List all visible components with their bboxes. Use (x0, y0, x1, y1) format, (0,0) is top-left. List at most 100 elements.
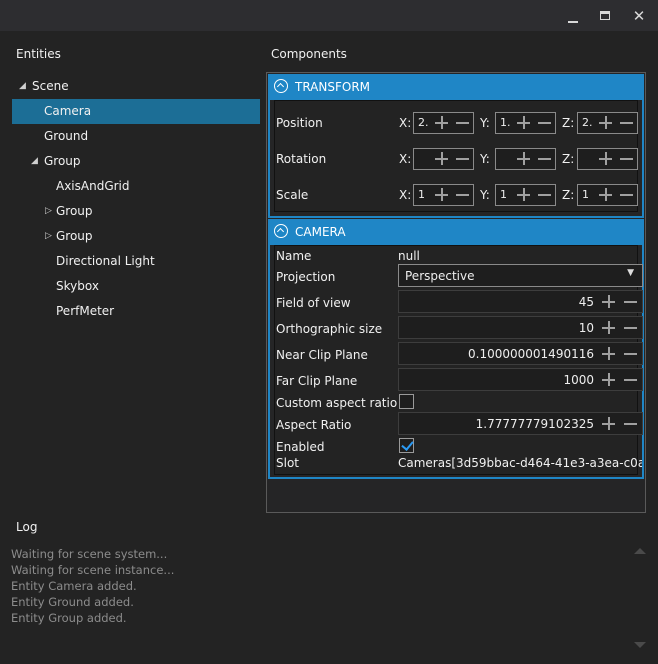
projection-value: Perspective (405, 269, 475, 283)
near-clip-field[interactable]: 0.100000001490116 (398, 342, 643, 365)
tree-item-skybox[interactable]: Skybox (12, 274, 260, 299)
tree-item-label: Ground (44, 129, 89, 143)
far-clip-value: 1000 (563, 373, 594, 387)
collapsed-arrow-icon[interactable]: ▷ (45, 224, 52, 249)
x-axis-label: X: (399, 152, 412, 166)
decrement-icon[interactable] (620, 116, 633, 129)
log-line: Entity Camera added. (11, 579, 137, 593)
increment-icon[interactable] (599, 116, 612, 129)
tree-item-group[interactable]: ◢ Group (12, 149, 260, 174)
decrement-icon[interactable] (624, 321, 637, 334)
expanded-arrow-icon[interactable]: ◢ (31, 149, 38, 174)
increment-icon[interactable] (435, 152, 448, 165)
collapse-icon[interactable] (274, 79, 288, 93)
tree-item-label: Scene (32, 79, 69, 93)
increment-icon[interactable] (602, 373, 615, 386)
transform-grid: Position Rotation Scale X: 2. Y: 1. Z: 2… (274, 100, 638, 212)
scale-y-value: 1 (500, 188, 507, 201)
collapsed-arrow-icon[interactable]: ▷ (45, 199, 52, 224)
scale-z-field[interactable]: 1 (577, 184, 638, 206)
decrement-icon[interactable] (624, 295, 637, 308)
tree-item-label: Group (56, 204, 93, 218)
decrement-icon[interactable] (624, 347, 637, 360)
position-x-value: 2. (418, 116, 429, 129)
tree-item-camera[interactable]: Camera (12, 99, 260, 124)
tree-item-ground[interactable]: Ground (12, 124, 260, 149)
increment-icon[interactable] (435, 188, 448, 201)
decrement-icon[interactable] (624, 417, 637, 430)
increment-icon[interactable] (435, 116, 448, 129)
tree-item-axisandgrid[interactable]: AxisAndGrid (12, 174, 260, 199)
far-clip-field[interactable]: 1000 (398, 368, 643, 391)
z-axis-label: Z: (562, 116, 575, 130)
maximize-button[interactable] (594, 6, 616, 26)
tree-item-group[interactable]: ▷ Group (12, 224, 260, 249)
enabled-label: Enabled (276, 440, 325, 454)
decrement-icon[interactable] (538, 116, 551, 129)
decrement-icon[interactable] (456, 116, 469, 129)
tree-item-perfmeter[interactable]: PerfMeter (12, 299, 260, 324)
increment-icon[interactable] (517, 152, 530, 165)
projection-dropdown[interactable]: Perspective ▼ (398, 264, 643, 287)
custom-aspect-checkbox[interactable] (399, 394, 414, 409)
increment-icon[interactable] (602, 417, 615, 430)
rotation-x-field[interactable] (413, 148, 474, 170)
aspect-ratio-label: Aspect Ratio (276, 418, 352, 432)
ortho-size-value: 10 (578, 321, 594, 335)
enabled-checkbox[interactable] (399, 438, 414, 453)
y-axis-label: Y: (480, 152, 490, 166)
increment-icon[interactable] (602, 321, 615, 334)
minimize-button[interactable] (562, 6, 584, 26)
increment-icon[interactable] (599, 152, 612, 165)
position-z-field[interactable]: 2. (577, 112, 638, 134)
decrement-icon[interactable] (456, 152, 469, 165)
transform-header[interactable]: TRANSFORM (268, 74, 644, 100)
close-button[interactable]: ✕ (628, 6, 650, 26)
decrement-icon[interactable] (624, 373, 637, 386)
title-bar: ✕ (0, 0, 658, 31)
increment-icon[interactable] (517, 116, 530, 129)
increment-icon[interactable] (602, 295, 615, 308)
position-y-field[interactable]: 1. (495, 112, 556, 134)
entities-tree: ◢ Scene Camera Ground ◢ Group AxisAndGri… (12, 74, 260, 324)
increment-icon[interactable] (599, 188, 612, 201)
decrement-icon[interactable] (538, 152, 551, 165)
increment-icon[interactable] (602, 347, 615, 360)
chevron-down-icon[interactable]: ▼ (627, 268, 634, 278)
log-line: Entity Group added. (11, 611, 127, 625)
decrement-icon[interactable] (456, 188, 469, 201)
rotation-z-field[interactable] (577, 148, 638, 170)
z-axis-label: Z: (562, 152, 575, 166)
decrement-icon[interactable] (620, 152, 633, 165)
camera-body: Name null Projection Perspective ▼ Field… (268, 245, 644, 479)
aspect-ratio-field[interactable]: 1.77777779102325 (398, 412, 643, 435)
scroll-up-icon[interactable] (634, 548, 646, 554)
rotation-y-field[interactable] (495, 148, 556, 170)
camera-header[interactable]: CAMERA (268, 219, 644, 245)
scale-z-value: 1 (582, 188, 589, 201)
position-x-field[interactable]: 2. (413, 112, 474, 134)
slot-value: Cameras[3d59bbac-d464-41e3-a3ea-c0ae82d (398, 456, 642, 470)
x-axis-label: X: (399, 188, 412, 202)
increment-icon[interactable] (517, 188, 530, 201)
tree-item-label: AxisAndGrid (56, 179, 130, 193)
name-value: null (398, 249, 420, 263)
expanded-arrow-icon[interactable]: ◢ (19, 74, 26, 99)
fov-field[interactable]: 45 (398, 290, 643, 313)
tree-item-scene[interactable]: ◢ Scene (12, 74, 260, 99)
decrement-icon[interactable] (620, 188, 633, 201)
y-axis-label: Y: (480, 188, 490, 202)
tree-item-group[interactable]: ▷ Group (12, 199, 260, 224)
collapse-icon[interactable] (274, 224, 288, 238)
tree-item-directional-light[interactable]: Directional Light (12, 249, 260, 274)
name-label: Name (276, 249, 312, 263)
scale-x-field[interactable]: 1 (413, 184, 474, 206)
decrement-icon[interactable] (538, 188, 551, 201)
maximize-icon (600, 11, 610, 20)
entities-header: Entities (16, 47, 61, 61)
scroll-down-icon[interactable] (634, 642, 646, 648)
scale-y-field[interactable]: 1 (495, 184, 556, 206)
components-header: Components (271, 47, 347, 61)
tree-item-label: Camera (44, 104, 92, 118)
ortho-size-field[interactable]: 10 (398, 316, 643, 339)
